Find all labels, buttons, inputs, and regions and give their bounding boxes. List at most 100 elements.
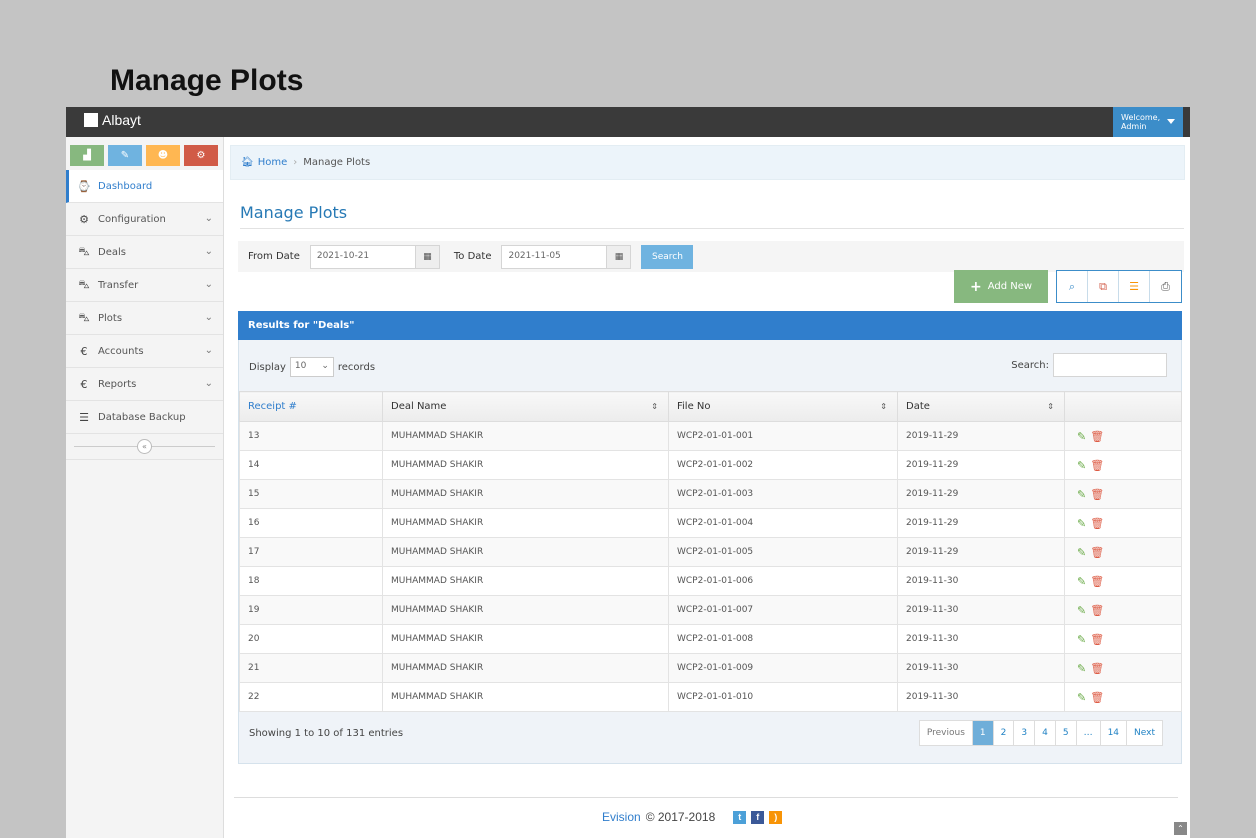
search-tool-button[interactable]: ⌕ [1057,271,1088,302]
edit-icon[interactable]: ✎ [1077,662,1086,675]
table-cell: 2019-11-29 [897,479,1065,509]
table-cell: 2019-11-29 [897,421,1065,451]
twitter-icon[interactable]: t [733,810,747,824]
table-cell: 2019-11-29 [897,450,1065,480]
trash-icon[interactable]: 🗑︎ [1090,691,1104,704]
pencil-icon: ✎ [120,150,130,161]
copy-tool-button[interactable]: ⧉ [1088,271,1119,302]
chevron-right-icon: › [293,157,298,168]
table-cell: 2019-11-30 [897,682,1065,712]
collapse-sidebar-button[interactable]: « [137,439,152,454]
chevron-up-icon: ⌃ [1177,824,1184,833]
chevron-down-icon: ⌄ [321,361,329,371]
edit-icon[interactable]: ✎ [1077,691,1086,704]
table-cell: MUHAMMAD SHAKIR [382,595,669,625]
shortcut-cogs-button[interactable]: ⚙ [184,145,218,166]
sidebar-item-label: Configuration [98,213,166,225]
table-search-input[interactable] [1053,353,1167,377]
sidebar-item-reports[interactable]: € Reports ⌄ [66,368,223,401]
rss-icon[interactable]: ) [769,810,783,824]
table-cell: 15 [239,479,383,509]
shortcut-signal-button[interactable]: ▟ [70,145,104,166]
pagination-page-button[interactable]: 1 [972,721,994,745]
pagination-page-button[interactable]: 14 [1101,721,1128,745]
sidebar-item-deals[interactable]: ⛍ Deals ⌄ [66,236,223,269]
edit-icon[interactable]: ✎ [1077,546,1086,559]
to-date-input[interactable]: 2021-11-05 [501,244,608,269]
col-date-header[interactable]: Date ⇕ [897,391,1065,422]
table-row: 18 MUHAMMAD SHAKIR WCP2-01-01-006 2019-11-3… [239,566,1182,596]
col-file-no-header[interactable]: File No ⇕ [668,391,898,422]
entries-info: Showing 1 to 10 of 131 entries [249,728,404,739]
page-length-select[interactable]: 10 ⌄ [289,357,334,377]
sidebar-item-database-backup[interactable]: ☰ Database Backup [66,401,223,434]
row-actions: ✎ 🗑︎ [1064,450,1182,480]
footer-copyright: © 2017-2018 [645,810,716,824]
pagination-page-button[interactable]: 3 [1014,721,1036,745]
pagination-previous-button[interactable]: Previous [920,721,973,745]
table-row: 20 MUHAMMAD SHAKIR WCP2-01-01-008 2019-11-3… [239,624,1182,654]
chevron-down-icon: ⌄ [204,246,213,257]
table-body: 13 MUHAMMAD SHAKIR WCP2-01-01-001 2019-11-2… [239,421,1182,712]
table-cell: 16 [239,508,383,538]
sidebar-item-transfer[interactable]: ⛍ Transfer ⌄ [66,269,223,302]
sidebar-item-label: Database Backup [98,411,186,423]
pagination-page-button[interactable]: 4 [1035,721,1056,745]
edit-icon[interactable]: ✎ [1077,517,1086,530]
facebook-icon[interactable]: f [751,810,765,824]
trash-icon[interactable]: 🗑︎ [1090,459,1104,472]
table-cell: 20 [239,624,383,654]
edit-icon[interactable]: ✎ [1077,430,1086,443]
shortcut-pencil-button[interactable]: ✎ [108,145,142,166]
pagination: Previous 1 2 3 4 5… 14 Next [918,720,1163,746]
to-calendar-button[interactable]: ▦ [607,244,632,269]
edit-icon[interactable]: ✎ [1077,604,1086,617]
date-search-button[interactable]: Search [641,244,694,269]
user-menu-button[interactable]: Welcome, Admin [1113,107,1183,137]
sidebar-item-plots[interactable]: ⛍ Plots ⌄ [66,302,223,335]
table-cell: 14 [239,450,383,480]
trash-icon[interactable]: 🗑︎ [1090,604,1104,617]
database-tool-button[interactable]: ☰ [1119,271,1150,302]
trash-icon[interactable]: 🗑︎ [1090,575,1104,588]
sidebar-item-accounts[interactable]: € Accounts ⌄ [66,335,223,368]
sidebar: ▟ ✎ ☻ ⚙ ⌚ Dashboard ⚙ Configuration ⌄ ⛍ Deals ⌄… [66,137,224,838]
scroll-up-button[interactable]: ⌃ [1174,822,1187,835]
col-deal-name-header[interactable]: Deal Name ⇕ [382,391,669,422]
table-cell: WCP2-01-01-002 [668,450,898,480]
table-cell: 19 [239,595,383,625]
breadcrumb-home-link[interactable]: Home [258,157,288,168]
pagination-next-button[interactable]: Next [1127,721,1162,745]
edit-icon[interactable]: ✎ [1077,488,1086,501]
sidebar-item-dashboard[interactable]: ⌚ Dashboard [66,170,223,203]
edit-icon[interactable]: ✎ [1077,575,1086,588]
pagination-page-button[interactable]: … [1077,721,1101,745]
table-cell: 2019-11-30 [897,653,1065,683]
table-row: 21 MUHAMMAD SHAKIR WCP2-01-01-009 2019-11-3… [239,653,1182,683]
trash-icon[interactable]: 🗑︎ [1090,662,1104,675]
table-cell: MUHAMMAD SHAKIR [382,537,669,567]
trash-icon[interactable]: 🗑︎ [1090,546,1104,559]
shortcut-users-button[interactable]: ☻ [146,145,180,166]
trash-icon[interactable]: 🗑︎ [1090,430,1104,443]
search-label: Search: [1011,359,1049,371]
calendar-icon: ▦ [614,251,624,262]
edit-icon[interactable]: ✎ [1077,633,1086,646]
breadcrumb: 🏠︎ Home › Manage Plots [230,145,1185,180]
brand-link[interactable]: Albayt [84,112,141,128]
row-actions: ✎ 🗑︎ [1064,653,1182,683]
sidebar-item-configuration[interactable]: ⚙ Configuration ⌄ [66,203,223,236]
caret-down-icon [1167,119,1175,124]
edit-icon[interactable]: ✎ [1077,459,1086,472]
trash-icon[interactable]: 🗑︎ [1090,488,1104,501]
from-date-input[interactable]: 2021-10-21 [309,244,416,269]
pagination-page-button[interactable]: 5 [1056,721,1077,745]
table-cell: MUHAMMAD SHAKIR [382,653,669,683]
trash-icon[interactable]: 🗑︎ [1090,517,1104,530]
pagination-page-button[interactable]: 2 [994,721,1015,745]
col-receipt-header[interactable]: Receipt # [239,391,383,422]
add-new-button[interactable]: + Add New [954,270,1048,303]
print-tool-button[interactable]: ⎙ [1150,271,1181,302]
trash-icon[interactable]: 🗑︎ [1090,633,1104,646]
from-calendar-button[interactable]: ▦ [415,244,440,269]
